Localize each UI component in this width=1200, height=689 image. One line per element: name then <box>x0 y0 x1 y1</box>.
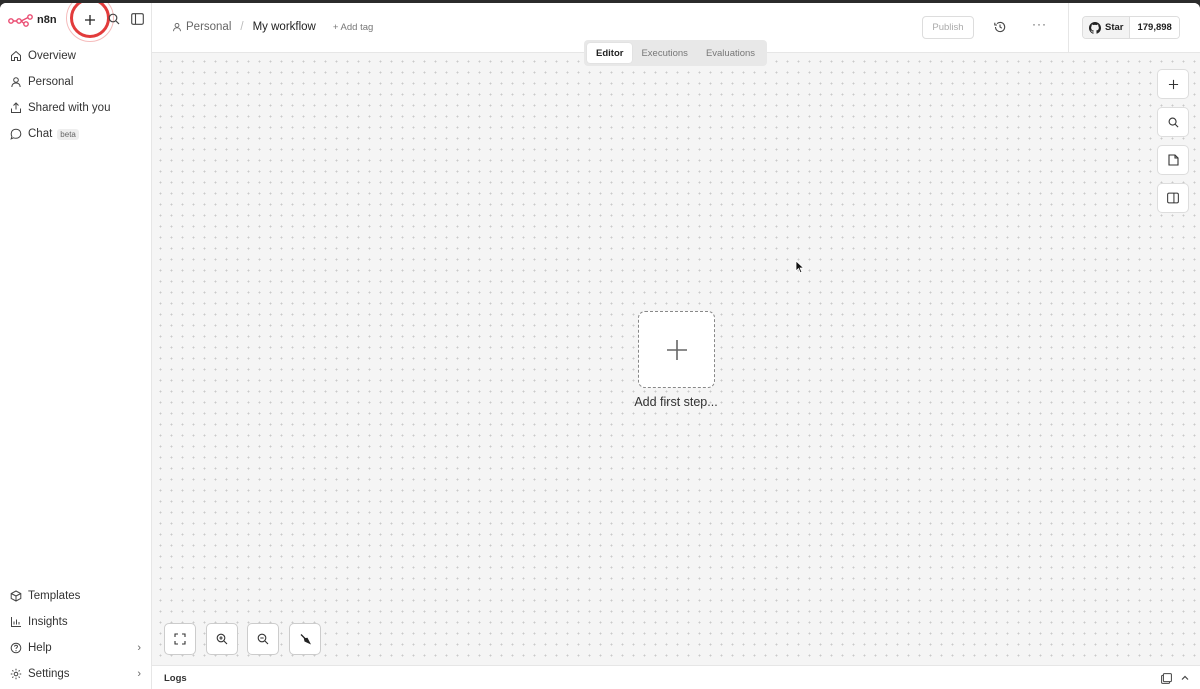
zoom-in-icon <box>216 633 228 645</box>
panel-right-icon <box>1167 192 1179 204</box>
breadcrumb-project[interactable]: Personal <box>186 21 231 33</box>
header-divider <box>1068 3 1069 53</box>
beta-badge: beta <box>57 128 79 140</box>
zoom-out-button[interactable] <box>247 623 279 655</box>
sidebar-toggle-icon <box>130 13 144 25</box>
insights-icon <box>10 616 22 628</box>
mouse-cursor-icon <box>795 260 805 279</box>
workflow-name[interactable]: My workflow <box>253 21 316 33</box>
sidebar-item-label: Settings <box>28 668 70 680</box>
sidebar-item-shared[interactable]: Shared with you <box>0 95 151 121</box>
search-button[interactable] <box>106 11 122 27</box>
sticky-note-button[interactable] <box>1157 145 1189 175</box>
sidebar-item-settings[interactable]: Settings › <box>0 661 151 687</box>
gear-icon <box>10 668 22 680</box>
sidebar-bottom-nav: Templates Insights Help › Settings › <box>0 583 151 687</box>
create-new-button[interactable] <box>76 6 104 34</box>
search-nodes-button[interactable] <box>1157 107 1189 137</box>
user-icon <box>10 76 22 88</box>
home-icon <box>10 50 22 62</box>
logs-label: Logs <box>164 673 187 684</box>
share-icon <box>10 102 22 114</box>
github-star-button[interactable]: Star <box>1083 17 1131 38</box>
sidebar-item-chat[interactable]: Chat beta <box>0 121 151 147</box>
sidebar-item-templates[interactable]: Templates <box>0 583 151 609</box>
sidebar-item-label: Chat <box>28 128 53 140</box>
search-icon <box>1168 117 1178 127</box>
sidebar: n8n Overview Personal Shared with you Ch… <box>0 3 152 689</box>
fit-view-button[interactable] <box>164 623 196 655</box>
sidebar-item-label: Personal <box>28 76 74 88</box>
plus-icon <box>666 339 687 360</box>
add-node-button[interactable] <box>1157 69 1189 99</box>
workflow-canvas[interactable]: Editor Executions Evaluations Add first … <box>152 40 1200 665</box>
toggle-panel-button[interactable] <box>1157 183 1189 213</box>
tab-editor[interactable]: Editor <box>587 43 633 63</box>
more-options-button[interactable]: ··· <box>1032 17 1047 31</box>
help-icon <box>10 642 22 654</box>
sidebar-item-label: Templates <box>28 590 81 602</box>
tidy-up-button[interactable] <box>289 623 321 655</box>
github-star-label: Star <box>1105 22 1124 33</box>
sticky-note-icon <box>1167 154 1179 166</box>
logs-popout-button[interactable] <box>1160 672 1172 684</box>
add-tag-button[interactable]: + Add tag <box>333 22 373 33</box>
chevron-right-icon: › <box>137 642 141 654</box>
github-star-widget[interactable]: Star 179,898 <box>1082 16 1180 39</box>
publish-button[interactable]: Publish <box>922 16 974 39</box>
user-icon <box>173 22 181 32</box>
app-window: n8n Overview Personal Shared with you Ch… <box>0 3 1200 689</box>
zoom-in-button[interactable] <box>206 623 238 655</box>
sidebar-item-label: Overview <box>28 50 76 62</box>
sidebar-top-nav: Overview Personal Shared with you Chat b… <box>0 43 151 147</box>
sidebar-item-overview[interactable]: Overview <box>0 43 151 69</box>
chevron-right-icon: › <box>137 668 141 680</box>
fit-view-icon <box>174 633 186 645</box>
sidebar-item-label: Help <box>28 642 52 654</box>
chevron-up-icon <box>1181 675 1189 680</box>
plus-icon <box>85 15 95 25</box>
brand[interactable]: n8n <box>8 11 57 29</box>
tab-evaluations[interactable]: Evaluations <box>697 43 764 63</box>
n8n-logo-icon <box>8 14 33 27</box>
brand-name: n8n <box>37 14 57 26</box>
history-icon <box>994 21 1006 33</box>
github-star-count[interactable]: 179,898 <box>1130 17 1179 38</box>
chat-icon <box>10 128 22 140</box>
sidebar-item-insights[interactable]: Insights <box>0 609 151 635</box>
broom-icon <box>300 633 311 644</box>
github-icon <box>1089 21 1101 34</box>
sidebar-item-help[interactable]: Help › <box>0 635 151 661</box>
sidebar-item-label: Shared with you <box>28 102 111 114</box>
popout-icon <box>1160 672 1172 684</box>
templates-icon <box>10 590 22 602</box>
add-first-step-label: Add first step... <box>634 395 718 409</box>
logs-expand-button[interactable] <box>1179 672 1191 684</box>
sidebar-item-label: Insights <box>28 616 68 628</box>
collapse-sidebar-button[interactable] <box>129 11 145 27</box>
tab-executions[interactable]: Executions <box>632 43 696 63</box>
add-first-step-button[interactable] <box>638 311 715 388</box>
plus-icon <box>1168 79 1178 89</box>
breadcrumb: Personal / My workflow + Add tag <box>172 21 373 33</box>
logs-panel[interactable]: Logs <box>152 665 1200 689</box>
history-button[interactable] <box>993 20 1007 34</box>
search-icon <box>108 13 120 25</box>
zoom-out-icon <box>257 633 269 645</box>
view-tabs: Editor Executions Evaluations <box>584 40 768 66</box>
breadcrumb-separator: / <box>240 21 244 33</box>
sidebar-item-personal[interactable]: Personal <box>0 69 151 95</box>
